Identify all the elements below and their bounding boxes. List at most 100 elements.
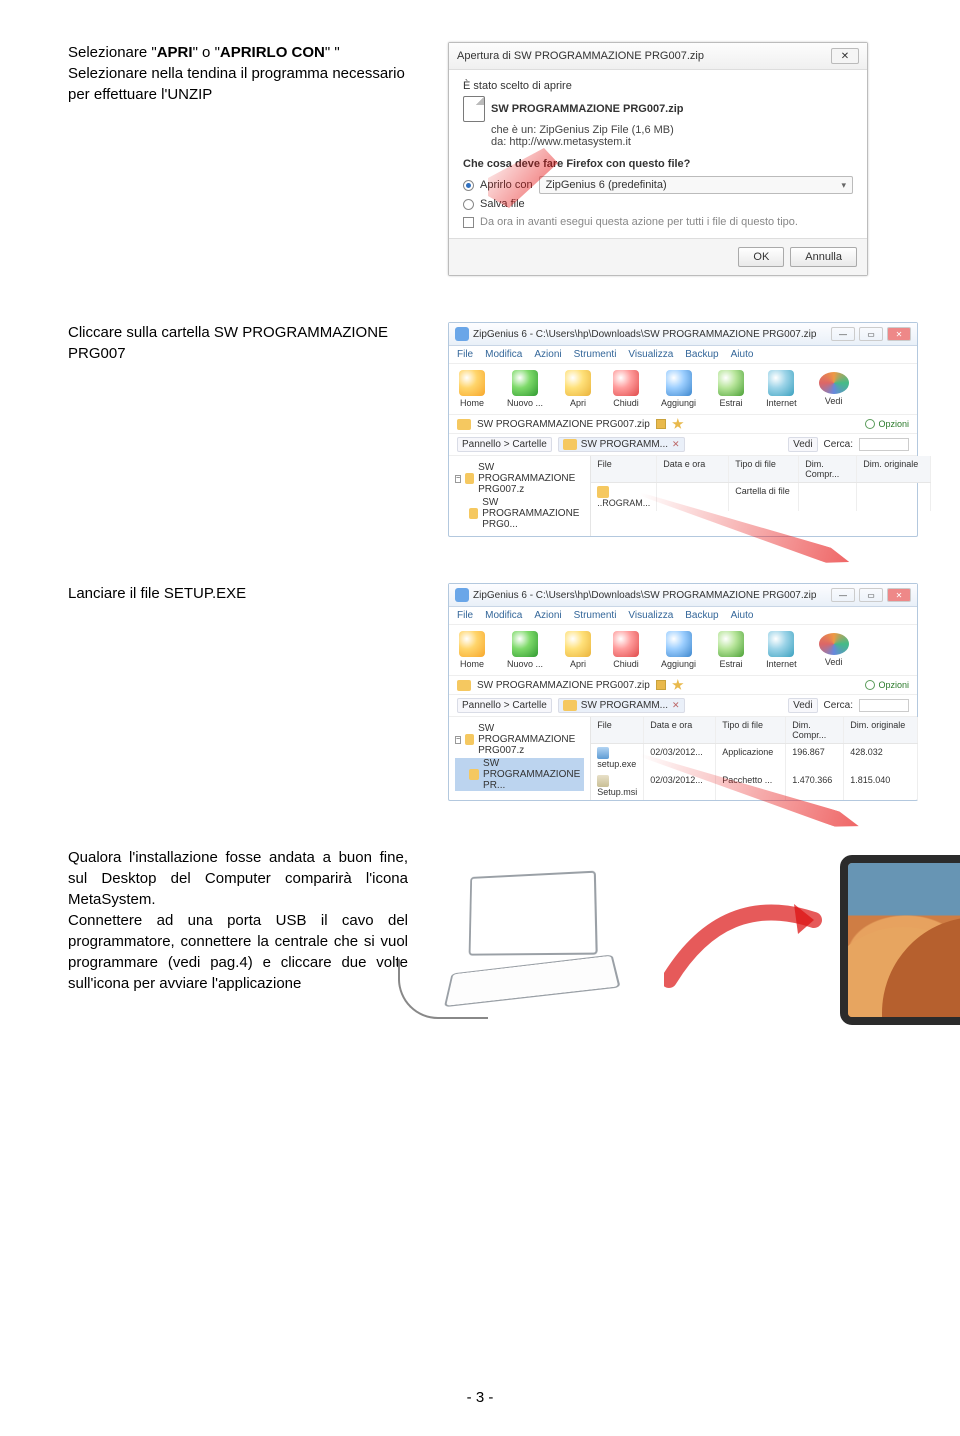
search-input[interactable] <box>859 438 909 451</box>
menu-item[interactable]: File <box>457 349 473 360</box>
menu-item[interactable]: Azioni <box>534 349 561 360</box>
list-item[interactable]: setup.exe 02/03/2012... Applicazione 196… <box>591 744 918 772</box>
close-icon[interactable]: ✕ <box>887 588 911 602</box>
toolbar-view[interactable]: Vedi <box>819 633 849 667</box>
toolbar-internet[interactable]: Internet <box>766 631 797 669</box>
menu-item[interactable]: Strumenti <box>574 610 617 621</box>
col-file[interactable]: File <box>591 717 644 743</box>
instruction-text-4: Qualora l'installazione fosse andata a b… <box>68 847 428 994</box>
close-tab-icon[interactable]: ✕ <box>672 439 680 450</box>
option-save-file[interactable]: Salva file <box>463 198 853 210</box>
archive-path: SW PROGRAMMAZIONE PRG007.zip <box>477 680 650 691</box>
toolbar-extract[interactable]: Estrai <box>718 631 744 669</box>
collapse-icon[interactable]: − <box>455 475 461 483</box>
radio-open-with[interactable] <box>463 180 474 191</box>
tab-active[interactable]: SW PROGRAMM...✕ <box>558 437 685 452</box>
tree-item-selected[interactable]: SW PROGRAMMAZIONE PR... <box>455 758 584 791</box>
vedi-button[interactable]: Vedi <box>788 698 817 713</box>
col-file[interactable]: File <box>591 456 657 482</box>
menu-item[interactable]: File <box>457 610 473 621</box>
toolbar-new[interactable]: Nuovo ... <box>507 631 543 669</box>
option-remember[interactable]: Da ora in avanti esegui questa azione pe… <box>463 216 853 228</box>
illustration-row: META SYSTEM <box>428 847 960 1025</box>
list-item[interactable]: Setup.msi 02/03/2012... Pacchetto ... 1.… <box>591 772 918 800</box>
instruction-text-3: Lanciare il file SETUP.EXE <box>68 583 448 604</box>
toolbar-new[interactable]: Nuovo ... <box>507 370 543 408</box>
column-headers: File Data e ora Tipo di file Dim. Compr.… <box>591 456 931 483</box>
new-icon <box>512 631 538 657</box>
menu-item[interactable]: Visualizza <box>628 610 673 621</box>
close-icon <box>613 631 639 657</box>
close-icon[interactable]: ✕ <box>831 48 859 64</box>
search-input[interactable] <box>859 699 909 712</box>
col-date[interactable]: Data e ora <box>657 456 729 482</box>
toolbar-home[interactable]: Home <box>459 631 485 669</box>
tree-item[interactable]: SW PROGRAMMAZIONE PRG0... <box>455 497 584 530</box>
toolbar-open[interactable]: Apri <box>565 370 591 408</box>
option-open-with[interactable]: Aprirlo con ZipGenius 6 (predefinita) ▾ <box>463 176 853 194</box>
toolbar-view[interactable]: Vedi <box>819 372 849 406</box>
panel-toggle[interactable]: Pannello > Cartelle <box>457 437 552 452</box>
tree-item[interactable]: −SW PROGRAMMAZIONE PRG007.z <box>455 462 584 495</box>
collapse-icon[interactable]: − <box>455 736 461 744</box>
toolbar-internet[interactable]: Internet <box>766 370 797 408</box>
menu-item[interactable]: Backup <box>685 349 718 360</box>
col-type[interactable]: Tipo di file <box>716 717 786 743</box>
toolbar-add[interactable]: Aggiungi <box>661 370 696 408</box>
menu-item[interactable]: Azioni <box>534 610 561 621</box>
menu-item[interactable]: Visualizza <box>628 349 673 360</box>
menu-item[interactable]: Modifica <box>485 610 522 621</box>
instruction-text-1: Selezionare "APRI" o "APRIRLO CON" " Sel… <box>68 42 448 105</box>
col-dim[interactable]: Dim. Compr... <box>786 717 844 743</box>
toolbar-extract[interactable]: Estrai <box>718 370 744 408</box>
menu-item[interactable]: Strumenti <box>574 349 617 360</box>
tab-row: Pannello > Cartelle SW PROGRAMM...✕ Vedi… <box>449 695 917 717</box>
col-orig[interactable]: Dim. originale <box>857 456 931 482</box>
tab-active[interactable]: SW PROGRAMM...✕ <box>558 698 685 713</box>
extract-icon <box>718 370 744 396</box>
toolbar-home[interactable]: Home <box>459 370 485 408</box>
zipgenius-window: ZipGenius 6 - C:\Users\hp\Downloads\SW P… <box>448 583 918 801</box>
cancel-button[interactable]: Annulla <box>790 247 857 267</box>
word: Selezionare " <box>68 44 157 61</box>
folder-icon <box>469 508 478 519</box>
menu-item[interactable]: Backup <box>685 610 718 621</box>
vedi-button[interactable]: Vedi <box>788 437 817 452</box>
zipgenius-window: ZipGenius 6 - C:\Users\hp\Downloads\SW P… <box>448 322 918 537</box>
maximize-icon[interactable]: ▭ <box>859 588 883 602</box>
tree-item[interactable]: −SW PROGRAMMAZIONE PRG007.z <box>455 723 584 756</box>
menu-item[interactable]: Aiuto <box>731 610 754 621</box>
minimize-icon[interactable]: — <box>831 327 855 341</box>
options-link[interactable]: Opzioni <box>865 419 909 429</box>
word: " " <box>325 44 340 61</box>
toolbar: Home Nuovo ... Apri Chiudi Aggiungi Estr… <box>449 625 917 676</box>
options-link[interactable]: Opzioni <box>865 680 909 690</box>
toolbar-add[interactable]: Aggiungi <box>661 631 696 669</box>
col-dim[interactable]: Dim. Compr... <box>799 456 857 482</box>
panel-toggle[interactable]: Pannello > Cartelle <box>457 698 552 713</box>
toolbar: Home Nuovo ... Apri Chiudi Aggiungi Estr… <box>449 364 917 415</box>
open-with-label: Aprirlo con <box>480 179 533 191</box>
gear-icon <box>865 680 875 690</box>
list-item[interactable]: ..ROGRAM... Cartella di file <box>591 483 931 511</box>
checkbox-remember[interactable] <box>463 217 474 228</box>
menu-item[interactable]: Modifica <box>485 349 522 360</box>
close-icon[interactable]: ✕ <box>887 327 911 341</box>
col-type[interactable]: Tipo di file <box>729 456 799 482</box>
maximize-icon[interactable]: ▭ <box>859 327 883 341</box>
toolbar-close[interactable]: Chiudi <box>613 631 639 669</box>
radio-save-file[interactable] <box>463 199 474 210</box>
minimize-icon[interactable]: — <box>831 588 855 602</box>
col-orig[interactable]: Dim. originale <box>844 717 918 743</box>
firefox-download-dialog: Apertura di SW PROGRAMMAZIONE PRG007.zip… <box>448 42 868 276</box>
window-title-bar: ZipGenius 6 - C:\Users\hp\Downloads\SW P… <box>449 323 917 346</box>
menu-item[interactable]: Aiuto <box>731 349 754 360</box>
open-with-select[interactable]: ZipGenius 6 (predefinita) ▾ <box>539 176 853 194</box>
close-tab-icon[interactable]: ✕ <box>672 700 680 711</box>
ok-button[interactable]: OK <box>738 247 784 267</box>
toolbar-open[interactable]: Apri <box>565 631 591 669</box>
col-date[interactable]: Data e ora <box>644 717 716 743</box>
red-arrow-curve <box>664 880 824 1000</box>
open-icon <box>565 631 591 657</box>
toolbar-close[interactable]: Chiudi <box>613 370 639 408</box>
